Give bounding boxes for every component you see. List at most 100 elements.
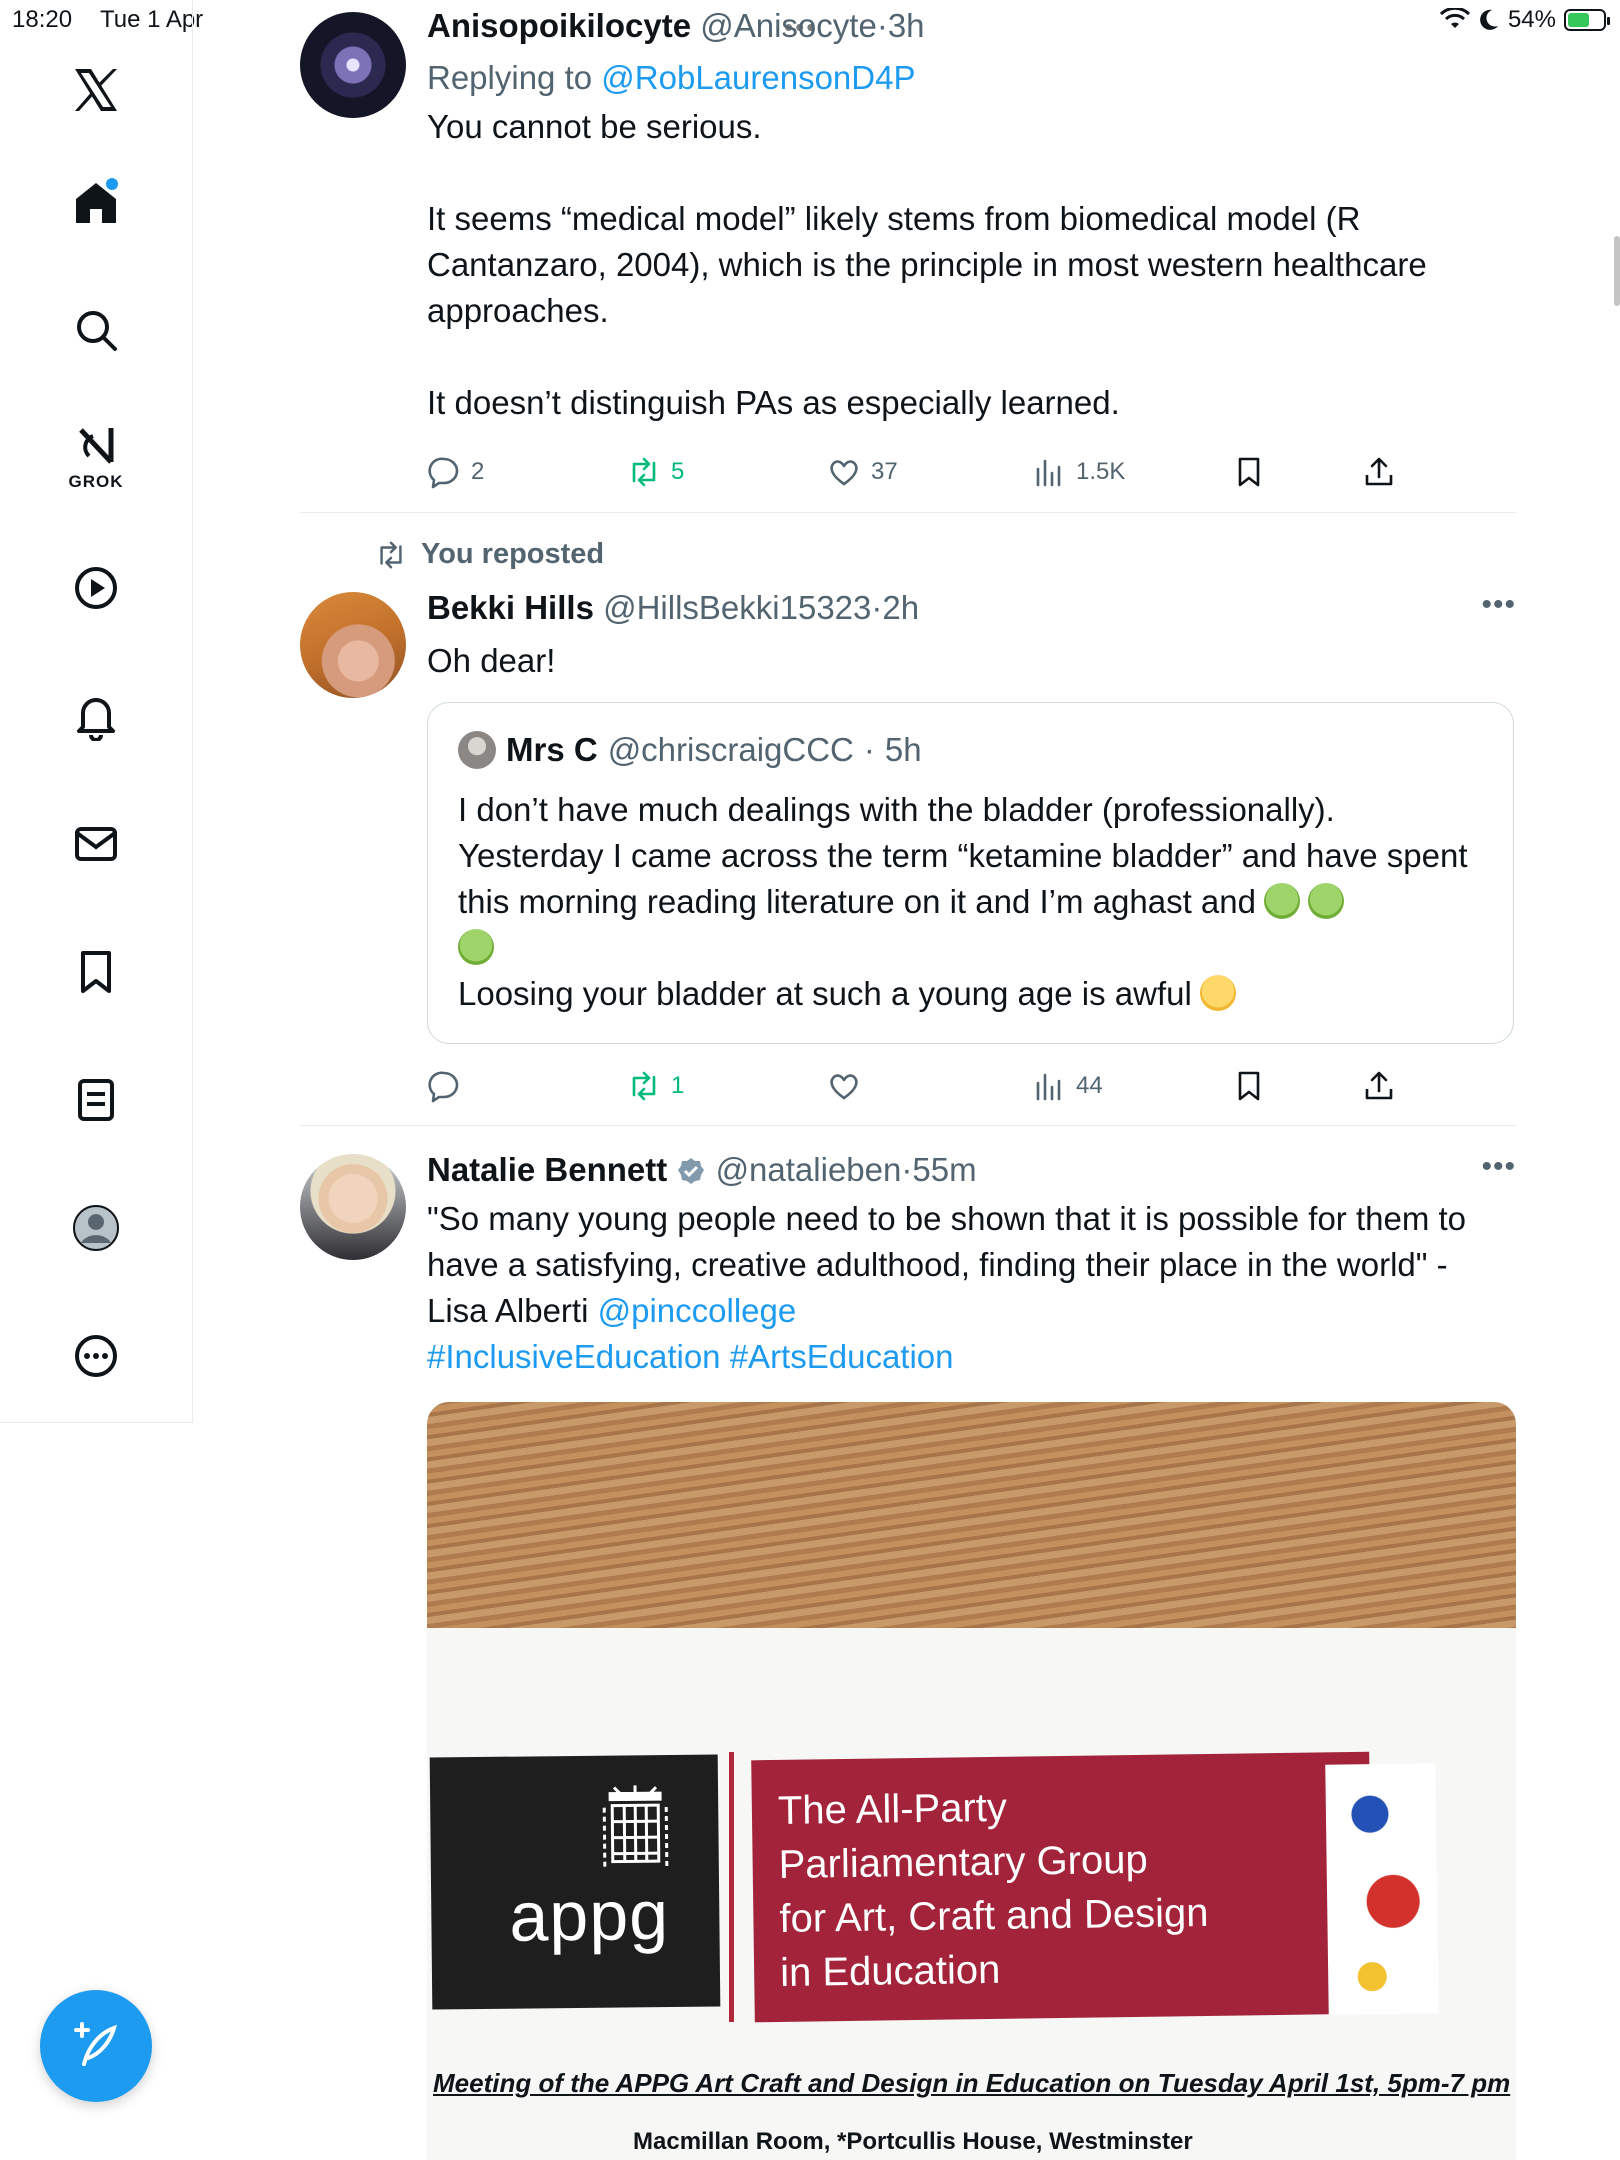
bookmark-button[interactable] [1232, 1069, 1362, 1103]
hashtag-link[interactable]: #InclusiveEducation [427, 1338, 721, 1375]
replying-to-link[interactable]: @RobLaurensonD4P [601, 59, 915, 96]
lists-icon[interactable] [60, 1064, 132, 1136]
author-handle[interactable]: @HillsBekki15323 [603, 589, 871, 626]
separator-dot: · [863, 731, 875, 768]
heart-icon [830, 460, 858, 486]
red-divider [729, 1752, 734, 2022]
battery-fill [1568, 13, 1589, 27]
reply-button[interactable] [427, 1069, 627, 1103]
avatar-bekki-hills[interactable] [300, 592, 406, 698]
heart-icon [830, 1074, 858, 1100]
appg-wordmark: appg [508, 1876, 670, 1956]
share-button[interactable] [1362, 455, 1396, 489]
like-count: 37 [871, 458, 898, 485]
home-icon[interactable] [60, 166, 132, 238]
share-icon [1365, 1071, 1393, 1100]
tweet-text: "So many young people need to be shown t… [427, 1196, 1516, 1380]
more-options-icon[interactable]: ••• [1481, 1150, 1516, 1184]
tweet-time[interactable]: 55m [912, 1151, 976, 1188]
repost-count: 5 [671, 458, 685, 485]
mention-link[interactable]: @pinccollege [598, 1292, 797, 1329]
replying-to: Replying to @RobLaurensonD4P [427, 58, 1516, 98]
repost-icon [380, 541, 402, 568]
quote-time: 5h [884, 731, 922, 768]
views-button[interactable]: 44 [1032, 1069, 1232, 1103]
view-count: 1.5K [1076, 458, 1126, 485]
replying-prefix: Replying to [427, 59, 593, 96]
more-options-icon[interactable]: ••• [1481, 588, 1516, 622]
reply-icon [428, 1071, 459, 1103]
appg-title-line: in Education [779, 1947, 1001, 1995]
tweet-actions: 1 44 [427, 1066, 1402, 1106]
repost-button[interactable]: 5 [627, 455, 827, 489]
tweet-image[interactable]: appg The All-Party Parliamentary Group f… [427, 1402, 1516, 2160]
author-handle[interactable]: @Anisocyte [700, 7, 877, 44]
quote-text: I don’t have much dealings with the blad… [458, 787, 1487, 1017]
more-icon[interactable] [60, 1320, 132, 1392]
meeting-details: Meeting of the APPG Art Craft and Design… [433, 2068, 1511, 2098]
quote-author-name: Mrs C [506, 731, 598, 768]
wood-table [427, 1402, 1516, 1628]
artwork-thumbnail [1325, 1763, 1439, 2015]
quote-line: I don’t have much dealings with the blad… [458, 791, 1335, 828]
reply-count: 2 [471, 458, 485, 485]
avatar-galaxy[interactable] [300, 12, 406, 118]
messages-icon[interactable] [60, 808, 132, 880]
appg-title-block: The All-Party Parliamentary Group for Ar… [751, 1751, 1373, 2023]
analytics-icon [1036, 459, 1061, 487]
separator-dot: · [876, 7, 888, 44]
bookmark-button[interactable] [1232, 455, 1362, 489]
tweet-content: Natalie Bennett @natalieben·55m ••• "So … [427, 1150, 1516, 1380]
grok-icon[interactable]: GROK [60, 418, 132, 491]
search-icon[interactable] [60, 294, 132, 366]
hashtag-link[interactable]: #ArtsEducation [730, 1338, 954, 1375]
notifications-icon[interactable] [60, 680, 132, 752]
repost-icon [632, 457, 656, 487]
nauseated-emoji-icon [1263, 883, 1300, 919]
repost-indicator: You reposted [375, 538, 604, 571]
repost-button[interactable]: 1 [627, 1069, 827, 1103]
portcullis-icon [602, 1785, 669, 1868]
tweet-paragraph: It doesn’t distinguish PAs as especially… [427, 384, 1120, 421]
repost-icon [632, 1071, 656, 1101]
compose-icon [74, 2022, 118, 2066]
tweet-paragraph: It seems “medical model” likely stems fr… [427, 200, 1427, 329]
nauseated-emoji-icon [458, 929, 494, 965]
play-icon[interactable] [60, 552, 132, 624]
grok-label: GROK [68, 472, 124, 491]
x-logo-icon[interactable] [60, 54, 132, 126]
compose-button[interactable] [40, 1990, 152, 2102]
tweet-divider [300, 1125, 1516, 1126]
repost-label: You reposted [421, 538, 605, 570]
scrollbar[interactable] [1614, 236, 1620, 306]
author-name[interactable]: Bekki Hills [427, 589, 594, 626]
battery-icon [1564, 9, 1610, 31]
share-button[interactable] [1362, 1069, 1396, 1103]
appg-title-line: The All-Party [777, 1785, 1008, 1833]
profile-icon[interactable] [60, 1192, 132, 1264]
author-name[interactable]: Anisopoikilocyte [427, 7, 691, 44]
quote-tweet[interactable]: Mrs C @chriscraigCCC · 5h I don’t have muc… [427, 702, 1514, 1044]
like-button[interactable] [827, 1069, 1032, 1103]
author-handle[interactable]: @natalieben [716, 1151, 902, 1188]
tweet-header: Bekki Hills @HillsBekki15323·2h [427, 588, 1516, 628]
appg-title-line: Parliamentary Group [778, 1837, 1148, 1887]
quote-line: Loosing your bladder at such a young age… [458, 975, 1192, 1012]
verified-badge-icon [678, 1158, 705, 1184]
tweet-time[interactable]: 2h [882, 589, 919, 626]
appg-logo-block: appg [429, 1754, 721, 2010]
reply-button[interactable]: 2 [427, 455, 627, 489]
author-name[interactable]: Natalie Bennett [427, 1151, 667, 1188]
share-icon [1365, 457, 1393, 486]
tweet-time[interactable]: 3h [888, 7, 925, 44]
quote-author-handle: @chriscraigCCC [607, 731, 854, 768]
like-button[interactable]: 37 [827, 455, 1032, 489]
separator-dot: · [901, 1151, 913, 1188]
views-button[interactable]: 1.5K [1032, 455, 1232, 489]
bookmark-icon [1238, 1071, 1260, 1101]
separator-dot: · [871, 589, 883, 626]
reply-icon [428, 457, 459, 489]
avatar-natalie-bennett[interactable] [300, 1154, 406, 1260]
tweet-anisopoikilocyte[interactable]: Anisopoikilocyte @Anisocyte·3h Replying … [300, 0, 1516, 512]
bookmarks-icon[interactable] [60, 936, 132, 1008]
